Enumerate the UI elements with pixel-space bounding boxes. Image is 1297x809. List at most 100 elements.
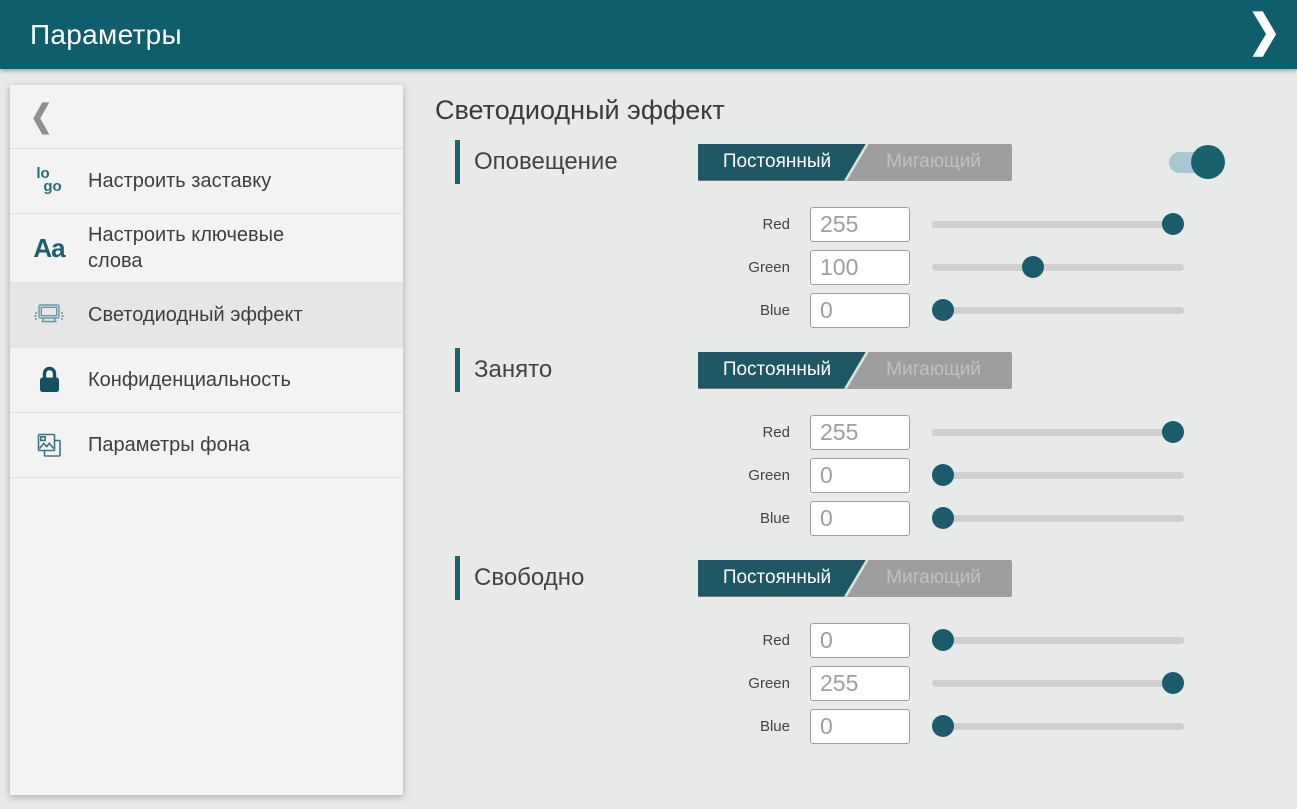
back-chevron-icon: ❮ <box>30 99 53 135</box>
slider-thumb[interactable] <box>932 299 954 321</box>
mode-blinking-button[interactable]: Мигающий <box>855 352 1012 389</box>
channel-value-input[interactable] <box>810 709 910 744</box>
channel-row: Red <box>435 412 1297 452</box>
slider-track <box>932 221 1184 228</box>
channel-label: Red <box>435 632 790 649</box>
appbar: Параметры ❯ <box>0 0 1297 69</box>
lock-icon <box>10 365 88 395</box>
channel-label: Blue <box>435 302 790 319</box>
channel-slider[interactable] <box>932 464 1184 486</box>
slider-track <box>932 680 1184 687</box>
mode-solid-button[interactable]: Постоянный <box>698 352 866 389</box>
mode-segmented-control: Мигающий Постоянный <box>698 560 1012 597</box>
mode-segmented-control: Мигающий Постоянный <box>698 144 1012 181</box>
slider-track <box>932 637 1184 644</box>
section-header: Свободно Мигающий Постоянный <box>435 554 1297 602</box>
sidebar-item-1[interactable]: logo Настроить заставку <box>10 149 403 214</box>
section-header: Занято Мигающий Постоянный <box>435 346 1297 394</box>
mode-solid-button[interactable]: Постоянный <box>698 560 866 597</box>
slider-thumb[interactable] <box>932 507 954 529</box>
slider-track <box>932 307 1184 314</box>
slider-track <box>932 723 1184 730</box>
channel-slider[interactable] <box>932 629 1184 651</box>
channel-slider[interactable] <box>932 421 1184 443</box>
channel-row: Blue <box>435 706 1297 746</box>
toggle-thumb[interactable] <box>1191 145 1225 179</box>
mode-blinking-button[interactable]: Мигающий <box>855 560 1012 597</box>
slider-thumb[interactable] <box>1162 213 1184 235</box>
channel-slider[interactable] <box>932 715 1184 737</box>
channel-value-input[interactable] <box>810 458 910 493</box>
channel-value-input[interactable] <box>810 250 910 285</box>
section-title: Занято <box>474 356 698 384</box>
slider-track <box>932 264 1184 271</box>
slider-track <box>932 515 1184 522</box>
mode-blinking-button[interactable]: Мигающий <box>855 144 1012 181</box>
slider-thumb[interactable] <box>1162 421 1184 443</box>
channel-rows: Red Green Blue <box>435 412 1297 538</box>
led-section: Свободно Мигающий Постоянный Red Green B… <box>435 554 1297 746</box>
sidebar-item-label: Конфиденциальность <box>88 367 291 393</box>
led-effect-panel: Светодиодный эффект Оповещение Мигающий … <box>435 69 1297 749</box>
channel-value-input[interactable] <box>810 666 910 701</box>
forward-chevron-icon[interactable]: ❯ <box>1247 6 1281 57</box>
sidebar-item-4[interactable]: Конфиденциальность <box>10 348 403 413</box>
channel-value-input[interactable] <box>810 501 910 536</box>
slider-thumb[interactable] <box>932 464 954 486</box>
logo-icon: logo <box>10 168 88 194</box>
channel-label: Blue <box>435 510 790 527</box>
slider-thumb[interactable] <box>1022 256 1044 278</box>
mode-solid-label: Постоянный <box>723 567 831 589</box>
sidebar-collapse-button[interactable]: ❮ <box>10 85 403 149</box>
slider-thumb[interactable] <box>932 629 954 651</box>
sidebar-item-5[interactable]: Параметры фона <box>10 413 403 478</box>
channel-label: Green <box>435 259 790 276</box>
section-title: Оповещение <box>474 148 698 176</box>
sidebar-item-label: Настроить ключевые слова <box>88 222 338 274</box>
mode-solid-button[interactable]: Постоянный <box>698 144 866 181</box>
channel-row: Green <box>435 663 1297 703</box>
channel-slider[interactable] <box>932 213 1184 235</box>
channel-label: Red <box>435 216 790 233</box>
slider-track <box>932 429 1184 436</box>
channel-value-input[interactable] <box>810 207 910 242</box>
content-area: ❮ logo Настроить заставку Aa Настроить к… <box>0 69 1297 809</box>
page-title: Параметры <box>0 19 182 51</box>
sidebar: ❮ logo Настроить заставку Aa Настроить к… <box>10 85 403 795</box>
channel-value-input[interactable] <box>810 415 910 450</box>
sidebar-item-3[interactable]: Светодиодный эффект <box>10 283 403 348</box>
slider-thumb[interactable] <box>1162 672 1184 694</box>
section-accent-bar <box>455 348 460 392</box>
channel-label: Green <box>435 467 790 484</box>
keywords-aa-icon: Aa <box>10 233 88 264</box>
sidebar-item-label: Параметры фона <box>88 432 250 458</box>
channel-row: Red <box>435 204 1297 244</box>
channel-row: Blue <box>435 290 1297 330</box>
channel-slider[interactable] <box>932 672 1184 694</box>
channel-row: Blue <box>435 498 1297 538</box>
section-accent-bar <box>455 140 460 184</box>
channel-label: Green <box>435 675 790 692</box>
channel-slider[interactable] <box>932 507 1184 529</box>
sidebar-item-label: Светодиодный эффект <box>88 302 303 328</box>
mode-solid-label: Постоянный <box>723 359 831 381</box>
channel-row: Green <box>435 455 1297 495</box>
mode-segmented-control: Мигающий Постоянный <box>698 352 1012 389</box>
channel-slider[interactable] <box>932 299 1184 321</box>
sidebar-item-list: logo Настроить заставку Aa Настроить клю… <box>10 149 403 478</box>
channel-row: Green <box>435 247 1297 287</box>
led-section-list: Оповещение Мигающий Постоянный Red Green… <box>435 138 1297 746</box>
channel-rows: Red Green Blue <box>435 204 1297 330</box>
enable-toggle[interactable] <box>1169 145 1225 179</box>
mode-solid-label: Постоянный <box>723 151 831 173</box>
channel-value-input[interactable] <box>810 623 910 658</box>
led-section: Занято Мигающий Постоянный Red Green Blu… <box>435 346 1297 538</box>
sidebar-item-2[interactable]: Aa Настроить ключевые слова <box>10 214 403 283</box>
channel-value-input[interactable] <box>810 293 910 328</box>
slider-thumb[interactable] <box>932 715 954 737</box>
section-title: Свободно <box>474 564 698 592</box>
channel-row: Red <box>435 620 1297 660</box>
channel-slider[interactable] <box>932 256 1184 278</box>
channel-label: Blue <box>435 718 790 735</box>
slider-track <box>932 472 1184 479</box>
